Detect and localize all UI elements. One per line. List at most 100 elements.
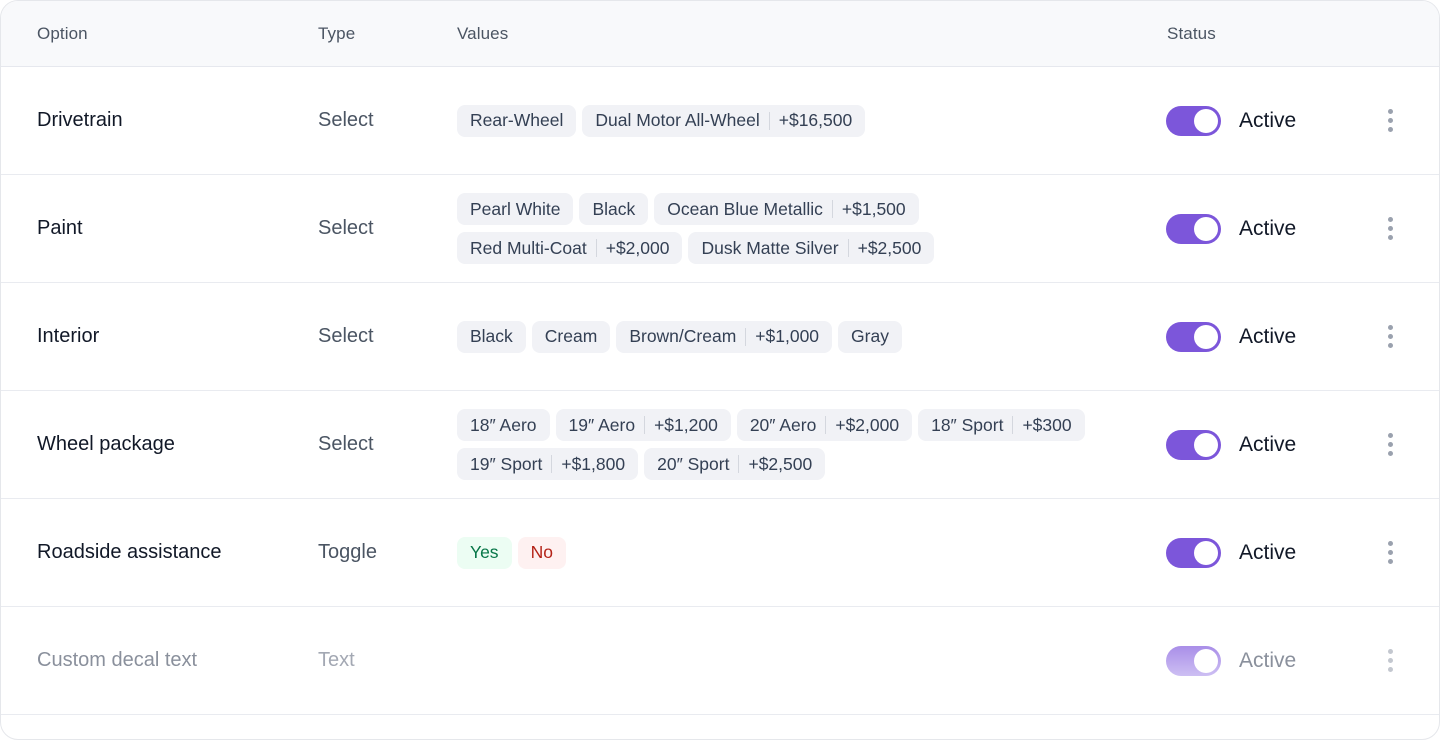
option-type: Select [318, 433, 374, 455]
status-label: Active [1239, 324, 1297, 348]
kebab-dot [1387, 235, 1393, 240]
value-label: No [530, 542, 553, 562]
value-label: Dusk Matte Silver [701, 237, 839, 258]
toggle-knob [1194, 540, 1218, 565]
value-label: 20″ Sport [657, 453, 730, 474]
value-label: Dual Motor All-Wheel [595, 110, 760, 130]
price-divider [847, 239, 849, 257]
price-divider [738, 455, 740, 473]
price-divider [551, 455, 553, 473]
kebab-dot [1387, 649, 1393, 654]
option-values: Yes No [457, 536, 1097, 569]
status-toggle[interactable] [1166, 105, 1221, 136]
value-chip: 18″ Aero [457, 409, 550, 441]
option-name: Roadside assistance [37, 541, 222, 563]
option-name: Custom decal text [37, 649, 198, 671]
kebab-vertical-icon[interactable] [1379, 322, 1401, 352]
value-chip: Black [457, 320, 526, 353]
value-label: Gray [851, 326, 889, 346]
value-label: Pearl White [470, 198, 561, 219]
option-name: Paint [37, 217, 83, 239]
value-chip: Pearl White [457, 193, 574, 225]
value-chip: 18″ Sport +$300 [918, 409, 1085, 441]
value-chip: Ocean Blue Metallic +$1,500 [654, 193, 919, 225]
option-type: Select [318, 109, 374, 131]
value-label: 20″ Aero [749, 414, 817, 435]
option-values: Black Cream Brown/Cream +$1,000 Gray [457, 320, 1097, 353]
option-values: Pearl White Black Ocean Blue Metallic +$1,5… [457, 193, 1097, 264]
table-row: Drivetrain Select Rear-Wheel Dual Motor All… [1, 67, 1439, 175]
value-label: Cream [544, 326, 598, 346]
value-label: 18″ Sport [931, 414, 1004, 435]
status-toggle[interactable] [1166, 537, 1221, 568]
kebab-dot [1387, 559, 1393, 564]
kebab-dot [1387, 109, 1393, 114]
toggle-knob [1194, 108, 1218, 133]
value-chip: 20″ Sport +$2,500 [644, 448, 826, 480]
price-divider [768, 111, 770, 130]
header-type[interactable]: Type [318, 24, 355, 44]
option-name: Drivetrain [37, 109, 123, 131]
value-chip: 19″ Sport +$1,800 [457, 448, 639, 480]
kebab-vertical-icon[interactable] [1379, 214, 1401, 244]
status-toggle[interactable] [1166, 321, 1221, 352]
kebab-dot [1387, 334, 1393, 339]
value-chip: Rear-Wheel [457, 104, 577, 137]
status-toggle[interactable] [1166, 213, 1221, 244]
price-divider [745, 327, 747, 346]
status-label: Active [1239, 108, 1297, 132]
option-type: Select [318, 325, 374, 347]
table-header: Option Type Values Status [1, 1, 1439, 67]
header-option[interactable]: Option [37, 24, 88, 44]
status-label: Active [1239, 432, 1297, 456]
value-label: 19″ Sport [470, 453, 543, 474]
value-chip: Black [579, 193, 649, 225]
option-name: Interior [37, 325, 100, 347]
toggle-knob [1194, 324, 1218, 349]
kebab-dot [1387, 550, 1393, 555]
table-row: Custom decal text Text Active [1, 607, 1439, 715]
value-chip: Dual Motor All-Wheel +$16,500 [582, 104, 866, 137]
kebab-dot [1387, 118, 1393, 123]
value-price: +$1,800 [561, 453, 626, 474]
value-chip: Cream [531, 320, 611, 353]
value-price: +$2,000 [835, 414, 900, 435]
kebab-vertical-icon[interactable] [1379, 106, 1401, 136]
table-row: Roadside assistance Toggle Yes No Active [1, 499, 1439, 607]
kebab-vertical-icon[interactable] [1379, 430, 1401, 460]
status-toggle[interactable] [1166, 645, 1221, 676]
table-row: Interior Select Black Cream Brown/Cream +$1,0… [1, 283, 1439, 391]
kebab-dot [1387, 343, 1393, 348]
value-label: Red Multi-Coat [470, 237, 587, 258]
table-body: Drivetrain Select Rear-Wheel Dual Motor All… [1, 67, 1439, 715]
option-values: 18″ Aero 19″ Aero +$1,200 20″ Aero +$2,000 18… [457, 409, 1097, 480]
value-price: +$16,500 [778, 110, 853, 130]
kebab-dot [1387, 658, 1393, 663]
kebab-dot [1387, 541, 1393, 546]
price-divider [831, 200, 833, 218]
header-status[interactable]: Status [1167, 24, 1216, 44]
kebab-vertical-icon[interactable] [1379, 646, 1401, 676]
status-toggle[interactable] [1166, 429, 1221, 460]
header-values[interactable]: Values [457, 24, 508, 44]
value-price: +$1,000 [755, 326, 820, 346]
value-chip: 19″ Aero +$1,200 [555, 409, 731, 441]
value-label: Yes [470, 542, 499, 562]
kebab-dot [1387, 217, 1393, 222]
value-label: Black [592, 198, 636, 219]
kebab-dot [1387, 325, 1393, 330]
kebab-dot [1387, 226, 1393, 231]
option-type: Text [318, 649, 355, 671]
value-price: +$2,000 [605, 237, 670, 258]
status-label: Active [1239, 216, 1297, 240]
price-divider [1012, 416, 1014, 434]
value-label: 18″ Aero [470, 414, 537, 435]
value-price: +$1,200 [654, 414, 718, 435]
kebab-vertical-icon[interactable] [1379, 538, 1401, 568]
value-chip: Dusk Matte Silver +$2,500 [688, 232, 935, 264]
toggle-knob [1194, 648, 1218, 673]
value-chip: Red Multi-Coat +$2,000 [457, 232, 683, 264]
toggle-knob [1194, 216, 1218, 241]
value-price: +$2,500 [857, 237, 922, 258]
option-type: Toggle [318, 541, 377, 563]
